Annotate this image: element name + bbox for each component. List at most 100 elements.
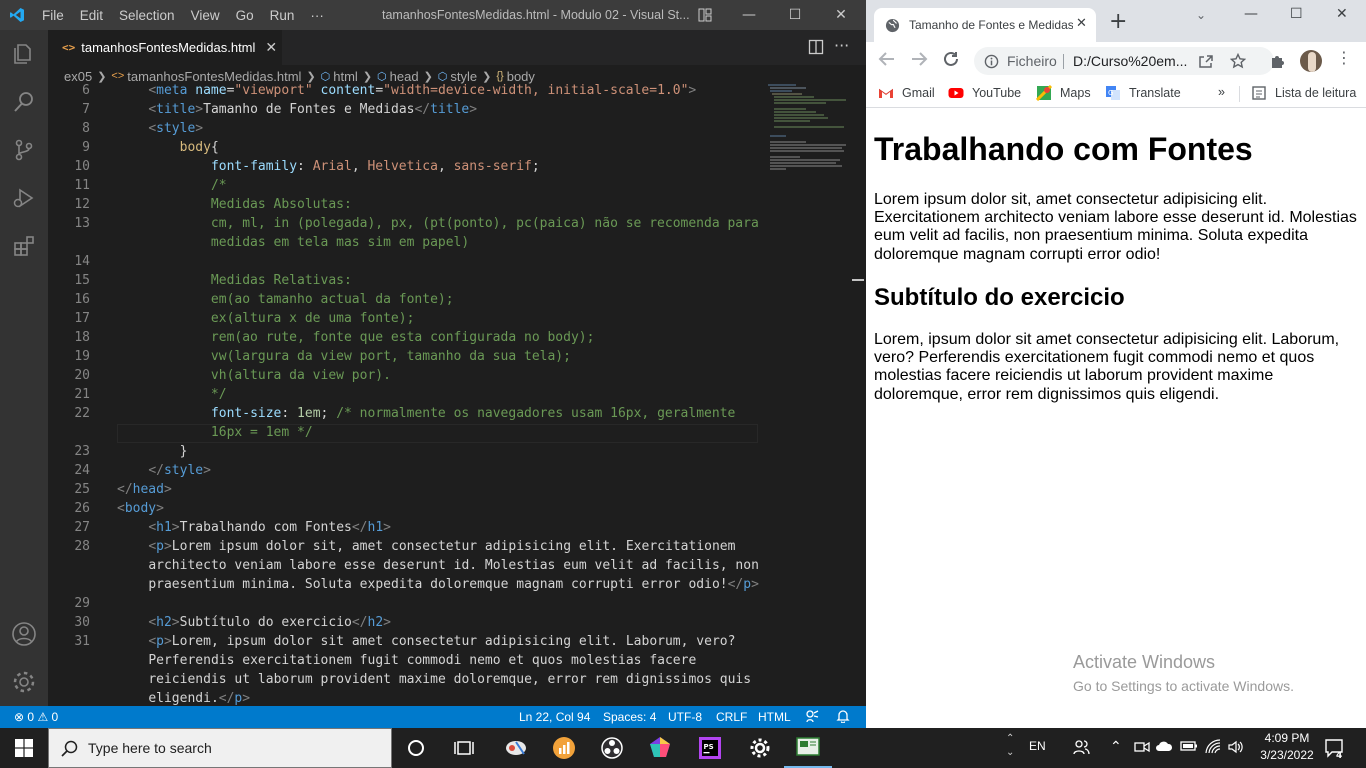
code-line[interactable]: 9 body{ — [48, 138, 808, 157]
onedrive-cloud-icon[interactable] — [1155, 739, 1173, 756]
code-line[interactable]: 26 <body> — [48, 499, 808, 518]
wifi-icon[interactable] — [1205, 739, 1221, 758]
code-line[interactable]: 18 rem(ao rute, fonte que esta configura… — [48, 328, 808, 347]
bookmark-gmail[interactable]: Gmail — [878, 85, 935, 101]
minimize-icon[interactable]: — — [1244, 6, 1258, 22]
code-line[interactable]: 19 vw(largura da view port, tamanho da s… — [48, 347, 808, 366]
code-line[interactable]: 25 </head> — [48, 480, 808, 499]
search-icon[interactable] — [0, 78, 48, 126]
share-icon[interactable] — [1198, 53, 1214, 69]
forward-arrow-icon[interactable] — [910, 50, 928, 72]
maximize-icon[interactable]: ☐ — [772, 0, 818, 30]
code-line[interactable]: 16px = 1em */ — [48, 423, 808, 442]
tab-close-icon[interactable]: ✕ — [1076, 16, 1087, 31]
code-line[interactable]: 14 — [48, 252, 808, 271]
indentation[interactable]: Spaces: 4 — [603, 710, 656, 724]
chrome-menu-icon[interactable]: ⋮ — [1336, 50, 1352, 66]
code-line[interactable]: architecto veniam labore esse deserunt i… — [48, 556, 808, 575]
language-mode[interactable]: HTML — [758, 710, 791, 724]
explorer-icon[interactable] — [0, 30, 48, 78]
notifications-bell-icon[interactable] — [836, 709, 850, 726]
close-icon[interactable]: ✕ — [818, 0, 864, 30]
colorful-app-icon[interactable] — [636, 728, 684, 768]
code-line[interactable]: 29 — [48, 594, 808, 613]
end-of-line[interactable]: CRLF — [716, 710, 747, 724]
code-editor[interactable]: 6 <meta name="viewport" content="width=d… — [48, 82, 866, 706]
battery-icon[interactable] — [1180, 739, 1198, 756]
powerbi-icon[interactable] — [540, 728, 588, 768]
back-arrow-icon[interactable] — [878, 50, 896, 72]
bookmarks-overflow-icon[interactable]: » — [1218, 85, 1225, 99]
reload-icon[interactable] — [942, 50, 960, 72]
tab-search-icon[interactable]: ⌄ — [1196, 8, 1206, 22]
menu-run[interactable]: Run — [262, 8, 303, 23]
code-line[interactable]: 6 <meta name="viewport" content="width=d… — [48, 82, 808, 100]
screen-recorder-icon[interactable] — [784, 728, 832, 768]
code-line[interactable]: 15 Medidas Relativas: — [48, 271, 808, 290]
tab-tamanhos-fontes-medidas[interactable]: <> tamanhosFontesMedidas.html ✕ — [48, 30, 282, 65]
layout-toggle-icon[interactable] — [682, 0, 728, 30]
volume-icon[interactable] — [1228, 739, 1244, 758]
account-icon[interactable] — [0, 610, 48, 658]
minimize-icon[interactable]: — — [726, 0, 772, 30]
code-line[interactable]: 17 ex(altura x de uma fonte); — [48, 309, 808, 328]
windows-start-icon[interactable] — [0, 728, 48, 768]
reading-list[interactable]: Lista de leitura — [1251, 85, 1356, 101]
bookmark-youtube[interactable]: YouTube — [948, 85, 1021, 101]
code-line[interactable]: Perferendis exercitationem fugit commodi… — [48, 651, 808, 670]
code-line[interactable]: praesentium minima. Soluta expedita dolo… — [48, 575, 808, 594]
settings-gear-icon[interactable] — [736, 728, 784, 768]
cortana-icon[interactable] — [392, 728, 440, 768]
problems-indicator[interactable]: ⊗ 0 ⚠ 0 — [14, 710, 58, 724]
settings-gear-icon[interactable] — [0, 658, 48, 706]
clock[interactable]: 4:09 PM 3/23/2022 — [1259, 731, 1315, 762]
code-line[interactable]: 13 cm, ml, in (polegada), px, (pt(ponto)… — [48, 214, 808, 233]
split-editor-icon[interactable] — [808, 39, 824, 59]
input-language[interactable]: EN — [1029, 739, 1046, 753]
code-line[interactable]: 23 } — [48, 442, 808, 461]
menu-selection[interactable]: Selection — [111, 8, 183, 23]
phpstorm-icon[interactable]: PS — [686, 728, 734, 768]
maximize-icon[interactable]: ☐ — [1290, 6, 1303, 22]
close-icon[interactable]: ✕ — [1336, 6, 1348, 22]
code-line[interactable]: 30 <h2>Subtítulo do exercicio</h2> — [48, 613, 808, 632]
extensions-puzzle-icon[interactable] — [1270, 53, 1286, 69]
code-line[interactable]: 11 /* — [48, 176, 808, 195]
feedback-icon[interactable] — [805, 709, 819, 726]
people-icon[interactable] — [1072, 738, 1090, 759]
profile-avatar[interactable] — [1300, 50, 1322, 72]
code-line[interactable]: 31 <p>Lorem, ipsum dolor sit amet consec… — [48, 632, 808, 651]
bookmark-maps[interactable]: Maps — [1036, 85, 1091, 101]
encoding[interactable]: UTF-8 — [668, 710, 702, 724]
address-bar[interactable]: Ficheiro D:/Curso%20em... — [974, 47, 1274, 75]
notification-center-icon[interactable]: 4 — [1324, 738, 1346, 761]
menu-file[interactable]: File — [34, 8, 72, 23]
task-view-icon[interactable] — [440, 728, 488, 768]
tab-close-icon[interactable]: ✕ — [265, 40, 277, 56]
cursor-position[interactable]: Ln 22, Col 94 — [519, 710, 590, 724]
new-tab-icon[interactable]: + — [1109, 11, 1127, 33]
show-hidden-icons-icon[interactable]: ⌃ — [1110, 738, 1122, 755]
code-line[interactable]: 21 */ — [48, 385, 808, 404]
code-line[interactable]: 10 font-family: Arial, Helvetica, sans-s… — [48, 157, 808, 176]
code-line[interactable]: 22 font-size: 1em; /* normalmente os nav… — [48, 404, 808, 423]
taskbar-search-box[interactable]: Type here to search — [48, 728, 392, 768]
info-icon[interactable] — [984, 54, 999, 69]
code-line[interactable]: 7 <title>Tamanho de Fontes e Medidas</ti… — [48, 100, 808, 119]
url-text[interactable]: D:/Curso%20em... — [1073, 53, 1187, 69]
browser-tab[interactable]: Tamanho de Fontes e Medidas ✕ — [874, 8, 1096, 42]
extensions-icon[interactable] — [0, 222, 48, 270]
run-debug-icon[interactable] — [0, 174, 48, 222]
menu-more[interactable]: ··· — [302, 8, 332, 23]
code-line[interactable]: 20 vh(altura da view por). — [48, 366, 808, 385]
snipping-tool-icon[interactable] — [492, 728, 540, 768]
code-line[interactable]: eligendi.</p> — [48, 689, 808, 706]
menu-view[interactable]: View — [183, 8, 228, 23]
bookmark-translate[interactable]: G Translate — [1105, 85, 1181, 101]
minimap[interactable] — [766, 82, 866, 182]
code-line[interactable]: 8 <style> — [48, 119, 808, 138]
meet-now-icon[interactable] — [1134, 739, 1150, 758]
bookmark-star-icon[interactable] — [1230, 53, 1246, 69]
code-line[interactable]: 28 <p>Lorem ipsum dolor sit, amet consec… — [48, 537, 808, 556]
tray-scroll-arrows-icon[interactable]: ⌃ ⌄ — [1006, 732, 1014, 760]
